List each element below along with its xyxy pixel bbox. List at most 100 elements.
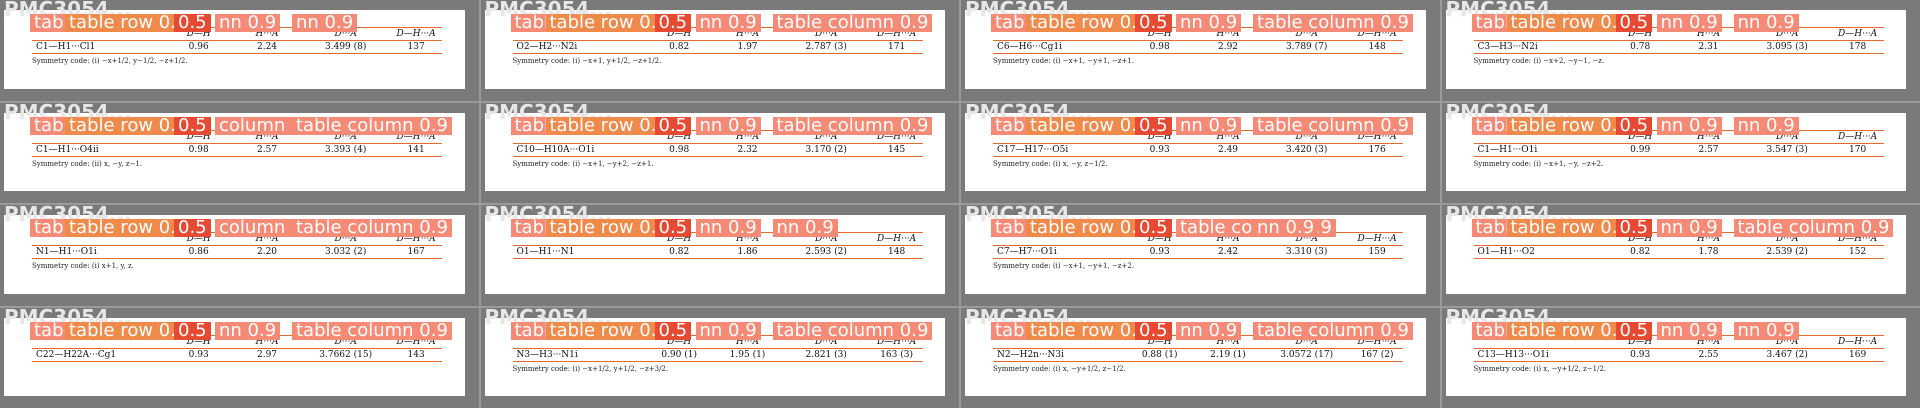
- table-cell: 148: [870, 245, 923, 259]
- table-header-row: D—H H···A D···A D—H···A: [512, 334, 923, 349]
- hydrogen-bond-table: D—H H···A D···A D—H···A C13—H13···O1i 0.…: [1473, 334, 1884, 362]
- table-header-cell: H···A: [713, 27, 782, 41]
- symmetry-code: Symmetry code: (i) −x+1, −y, −z+2.: [1473, 159, 1604, 168]
- table-cell: 0.82: [645, 40, 714, 54]
- table-header-cell: D—H···A: [1351, 27, 1403, 41]
- table-cell: 163 (3): [870, 347, 923, 362]
- table-header-cell: D—H···A: [1831, 232, 1884, 246]
- table-cell: N2—H2n···N3i: [993, 347, 1126, 362]
- table-header-cell: D···A: [1262, 129, 1352, 144]
- table-header-cell: D···A: [1742, 27, 1832, 41]
- panel: PMC3054... D—H H···A D···A D—H···A N2—H2…: [961, 307, 1440, 408]
- table-header-cell: [512, 129, 646, 144]
- table-cell: O1—H1···O2: [1473, 245, 1607, 259]
- table-cell: 2.32: [713, 142, 782, 157]
- panel: PMC3054... D—H H···A D···A D—H···A C7—H7…: [961, 205, 1440, 306]
- table-header-cell: D—H···A: [870, 129, 923, 144]
- table-header-cell: D—H···A: [390, 27, 442, 41]
- table-header-cell: D···A: [1742, 334, 1832, 349]
- table-cell: 3.032 (2): [301, 245, 391, 259]
- table-header-cell: [1473, 129, 1607, 144]
- table-row: O2—H2···N2i 0.82 1.97 2.787 (3) 171: [512, 40, 923, 54]
- hydrogen-bond-table: D—H H···A D···A D—H···A C7—H7···O1i 0.93…: [993, 232, 1403, 259]
- table-header-row: D—H H···A D···A D—H···A: [1473, 232, 1884, 246]
- panel: PMC3054... D—H H···A D···A D—H···A N3—H3…: [480, 307, 959, 408]
- table-header-cell: [1473, 232, 1607, 246]
- table-header-cell: H···A: [1193, 27, 1263, 41]
- table-row: N3—H3···N1i 0.90 (1) 1.95 (1) 2.821 (3) …: [512, 347, 923, 362]
- table-header-cell: D···A: [781, 232, 871, 246]
- table-cell: 3.7662 (15): [301, 347, 391, 362]
- table-cell: 0.93: [164, 347, 233, 362]
- symmetry-code: Symmetry code: (i) −x+1, −y+1, −z+1.: [993, 57, 1135, 65]
- table-cell: 3.420 (3): [1262, 142, 1352, 157]
- hydrogen-bond-table: D—H H···A D···A D—H···A O1—H1···O2 0.82 …: [1473, 232, 1884, 259]
- table-header-cell: H···A: [232, 27, 302, 41]
- table-header-cell: D—H: [1125, 129, 1194, 144]
- hydrogen-bond-table: D—H H···A D···A D—H···A C1—H1···O1i 0.99…: [1473, 129, 1884, 157]
- table-cell: O1—H1···N1: [512, 245, 646, 259]
- hydrogen-bond-table: D—H H···A D···A D—H···A C3—H3···N2i 0.78…: [1473, 27, 1884, 54]
- table-header-cell: H···A: [1193, 232, 1263, 246]
- hydrogen-bond-table: D—H H···A D···A D—H···A C17—H17···O5i 0.…: [993, 129, 1403, 157]
- table-row: N1—H1···O1i 0.86 2.20 3.032 (2) 167: [32, 245, 442, 259]
- table-cell: C13—H13···O1i: [1473, 347, 1607, 362]
- table-cell: 0.98: [1125, 40, 1194, 54]
- table-cell: 176: [1351, 142, 1403, 157]
- table-header-row: D—H H···A D···A D—H···A: [512, 27, 923, 41]
- table-cell: 1.97: [713, 40, 782, 54]
- figure-grid: PMC3054... D—H H···A D···A D—H···A C1—H1…: [0, 0, 1920, 408]
- table-header-cell: [993, 129, 1126, 144]
- table-cell: 2.42: [1193, 245, 1263, 259]
- panel: PMC3054... D—H H···A D···A D—H···A O1—H1…: [1441, 205, 1920, 306]
- table-cell: C1—H1···Cl1: [32, 40, 165, 54]
- table-cell: 0.82: [1606, 245, 1675, 259]
- table-header-cell: D···A: [301, 232, 391, 246]
- symmetry-code: Symmetry code: (i) −x+1/2, y−1/2, −z+1/2…: [32, 57, 188, 65]
- hydrogen-bond-table: D—H H···A D···A D—H···A N1—H1···O1i 0.86…: [32, 232, 442, 259]
- table-header-cell: D—H: [164, 334, 233, 349]
- table-header-cell: D—H···A: [390, 334, 442, 349]
- table-header-cell: D—H···A: [1351, 232, 1403, 246]
- table-row: C1—H1···O1i 0.99 2.57 3.547 (3) 170: [1473, 142, 1884, 157]
- panel: PMC3054... D—H H···A D···A D—H···A C17—H…: [961, 102, 1440, 203]
- table-cell: 2.31: [1674, 40, 1743, 54]
- table-header-cell: D—H: [1125, 27, 1194, 41]
- table-cell: 2.57: [232, 142, 302, 157]
- table-cell: C1—H1···O1i: [1473, 142, 1607, 157]
- table-cell: 167 (2): [1351, 347, 1403, 362]
- table-header-cell: D—H···A: [390, 232, 442, 246]
- table-header-cell: H···A: [713, 232, 782, 246]
- table-header-cell: H···A: [1674, 232, 1743, 246]
- table-cell: 3.095 (3): [1742, 40, 1832, 54]
- table-header-row: D—H H···A D···A D—H···A: [32, 27, 442, 41]
- symmetry-code: Symmetry code: (i) −x+1, y+1/2, −z+1/2.: [512, 57, 662, 65]
- table-header-row: D—H H···A D···A D—H···A: [512, 232, 923, 246]
- symmetry-code: Symmetry code: (ii) x, −y, z−1.: [32, 159, 142, 168]
- table-header-cell: D—H: [1606, 334, 1675, 349]
- table-header-cell: D—H: [645, 334, 714, 349]
- table-cell: N3—H3···N1i: [512, 347, 646, 362]
- table-cell: 3.467 (2): [1742, 347, 1832, 362]
- table-header-cell: H···A: [1674, 334, 1743, 349]
- table-cell: 2.57: [1674, 142, 1743, 157]
- panel: PMC3054... D—H H···A D···A D—H···A C3—H3…: [1441, 0, 1920, 101]
- table-cell: C6—H6···Cg1i: [993, 40, 1126, 54]
- table-cell: 178: [1831, 40, 1884, 54]
- panel: PMC3054... D—H H···A D···A D—H···A C22—H…: [0, 307, 479, 408]
- table-cell: 171: [870, 40, 923, 54]
- table-header-cell: [993, 334, 1126, 349]
- symmetry-code: Symmetry code: (i) −x+1, −y+1, −z+2.: [993, 262, 1135, 270]
- table-cell: 3.789 (7): [1262, 40, 1352, 54]
- table-cell: 0.98: [645, 142, 714, 157]
- table-header-row: D—H H···A D···A D—H···A: [993, 334, 1403, 349]
- table-cell: N1—H1···O1i: [32, 245, 165, 259]
- table-header-row: D—H H···A D···A D—H···A: [32, 334, 442, 349]
- table-header-cell: D···A: [301, 334, 391, 349]
- table-header-cell: D—H: [1606, 232, 1675, 246]
- table-header-cell: D—H···A: [1831, 27, 1884, 41]
- table-cell: 2.19 (1): [1193, 347, 1263, 362]
- table-header-cell: D···A: [781, 334, 871, 349]
- table-row: C7—H7···O1i 0.93 2.42 3.310 (3) 159: [993, 245, 1403, 259]
- table-header-row: D—H H···A D···A D—H···A: [1473, 334, 1884, 349]
